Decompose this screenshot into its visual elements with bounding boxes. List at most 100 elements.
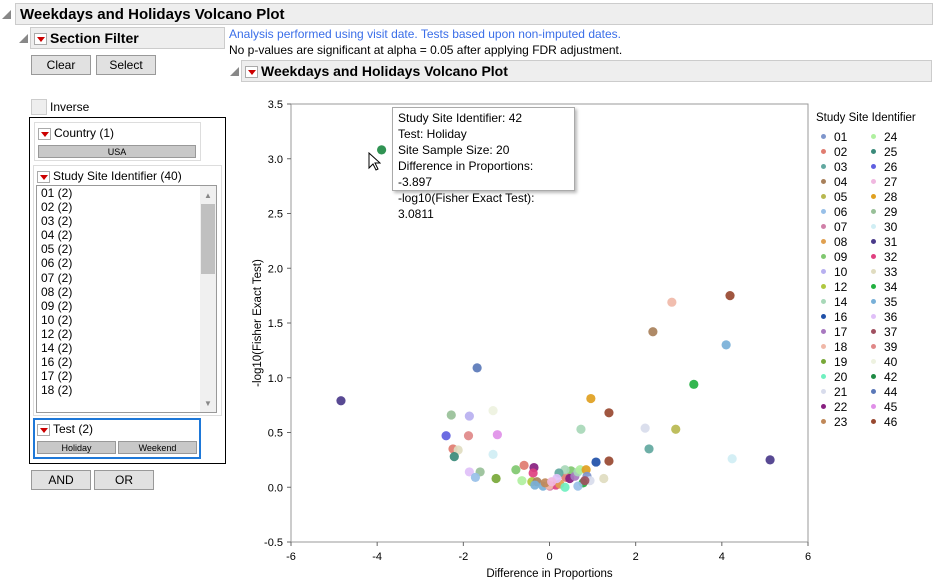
legend-item[interactable]: 24: [866, 130, 897, 144]
data-point-site-26[interactable]: [441, 431, 451, 441]
data-point-site-19[interactable]: [491, 473, 501, 484]
legend-item[interactable]: 21: [816, 385, 847, 399]
data-point-site-44[interactable]: [472, 363, 482, 373]
legend-label: 02: [834, 145, 848, 159]
data-point-site-28[interactable]: [586, 393, 596, 404]
legend-label: 10: [834, 265, 848, 279]
data-point-site-33[interactable]: [599, 473, 609, 484]
legend-marker-icon: [821, 419, 826, 424]
legend-item[interactable]: 34: [866, 280, 897, 294]
legend-marker-icon: [821, 299, 826, 304]
legend-label: 01: [834, 130, 848, 144]
legend-item[interactable]: 35: [866, 295, 897, 309]
legend-item[interactable]: 23: [816, 415, 847, 429]
data-point-site-24[interactable]: [517, 476, 527, 486]
legend-marker-icon: [871, 329, 876, 334]
data-point-site-14[interactable]: [576, 424, 586, 434]
legend-item[interactable]: 28: [866, 190, 897, 204]
legend-item[interactable]: 46: [866, 415, 897, 429]
legend-label: 33: [884, 265, 898, 279]
data-point-site-03[interactable]: [644, 444, 654, 454]
data-point-site-34[interactable]: [689, 379, 699, 389]
legend-item[interactable]: 32: [866, 250, 897, 264]
y-tick-label: 2.5: [268, 209, 283, 221]
data-point-site-16[interactable]: [591, 457, 601, 467]
data-point-site-46[interactable]: [604, 456, 614, 466]
legend-item[interactable]: 33: [866, 265, 897, 279]
data-point-site-30[interactable]: [727, 454, 737, 464]
legend-marker-icon: [821, 179, 826, 184]
data-point-site-31[interactable]: [336, 396, 346, 406]
data-point-site-45[interactable]: [492, 430, 502, 440]
data-point-site-35[interactable]: [530, 480, 540, 490]
legend-item[interactable]: 18: [816, 340, 847, 354]
data-point-site-02[interactable]: [519, 460, 529, 470]
y-tick-label: 0.0: [268, 482, 283, 494]
data-point-site-25[interactable]: [449, 451, 459, 462]
data-point-site-18[interactable]: [667, 297, 677, 307]
data-point-site-35[interactable]: [721, 340, 731, 350]
legend-item[interactable]: 31: [866, 235, 897, 249]
legend-item[interactable]: 26: [866, 160, 897, 174]
legend-marker-icon: [821, 314, 826, 319]
data-point-site-09[interactable]: [511, 465, 521, 475]
legend-item[interactable]: 09: [816, 250, 847, 264]
legend-marker-icon: [871, 269, 876, 274]
data-point-site-40[interactable]: [488, 406, 498, 416]
legend-item[interactable]: 40: [866, 355, 897, 369]
legend-label: 03: [834, 160, 848, 174]
legend-item[interactable]: 01: [816, 130, 847, 144]
legend-item[interactable]: 14: [816, 295, 847, 309]
legend-item[interactable]: 39: [866, 340, 897, 354]
data-point-site-31[interactable]: [765, 455, 775, 465]
legend-label: 08: [834, 235, 848, 249]
legend-item[interactable]: 44: [866, 385, 897, 399]
legend-item[interactable]: 12: [816, 280, 847, 294]
legend-label: 39: [884, 340, 898, 354]
legend-item[interactable]: 06: [816, 205, 847, 219]
legend-item[interactable]: 04: [816, 175, 847, 189]
data-point-site-46[interactable]: [725, 291, 735, 301]
legend-item[interactable]: 30: [866, 220, 897, 234]
data-point-site-10[interactable]: [464, 411, 474, 421]
data-point-site-29[interactable]: [446, 410, 456, 420]
legend-label: 27: [884, 175, 898, 189]
legend-item[interactable]: 08: [816, 235, 847, 249]
data-point-site-20[interactable]: [560, 482, 570, 492]
legend-label: 42: [884, 370, 898, 384]
legend-item[interactable]: 16: [816, 310, 847, 324]
data-point-site-04[interactable]: [648, 327, 658, 337]
legend-item[interactable]: 36: [866, 310, 897, 324]
legend-item[interactable]: 25: [866, 145, 897, 159]
legend-item[interactable]: 37: [866, 325, 897, 339]
legend-item[interactable]: 03: [816, 160, 847, 174]
legend-item[interactable]: 29: [866, 205, 897, 219]
legend-label: 34: [884, 280, 898, 294]
legend-item[interactable]: 22: [816, 400, 847, 414]
legend-item[interactable]: 27: [866, 175, 897, 189]
legend-item[interactable]: 42: [866, 370, 897, 384]
legend-item[interactable]: 07: [816, 220, 847, 234]
legend-item[interactable]: 02: [816, 145, 847, 159]
legend-marker-icon: [871, 164, 876, 169]
legend-item[interactable]: 10: [816, 265, 847, 279]
data-point-site-05[interactable]: [671, 424, 681, 434]
data-point-site-27[interactable]: [547, 477, 557, 487]
data-point-site-06[interactable]: [470, 472, 480, 482]
legend-label: 30: [884, 220, 898, 234]
data-point-site-39[interactable]: [463, 431, 474, 441]
legend-item[interactable]: 45: [866, 400, 897, 414]
legend-item[interactable]: 19: [816, 355, 847, 369]
legend-marker-icon: [871, 194, 876, 199]
y-tick-label: 1.5: [268, 318, 283, 330]
legend-item[interactable]: 17: [816, 325, 847, 339]
legend-item[interactable]: 05: [816, 190, 847, 204]
data-point-site-46[interactable]: [604, 408, 614, 418]
data-point-site-32[interactable]: [528, 468, 538, 478]
data-point-site-30[interactable]: [488, 449, 498, 459]
data-point-site-21[interactable]: [640, 423, 650, 433]
legend-marker-icon: [871, 404, 876, 409]
legend-marker-icon: [871, 224, 876, 229]
data-point-site-37[interactable]: [580, 476, 590, 486]
legend-item[interactable]: 20: [816, 370, 847, 384]
